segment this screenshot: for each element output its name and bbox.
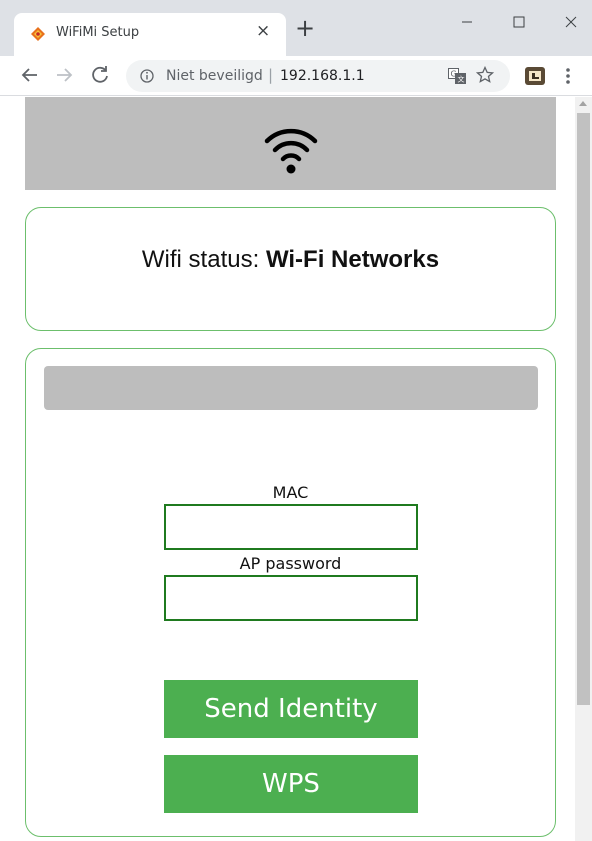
wifi-status-label: Wifi status:	[141, 246, 260, 273]
browser-toolbar: Niet beveiligd | 192.168.1.1 G 文	[0, 56, 592, 96]
tab-close-icon[interactable]: ×	[256, 21, 270, 41]
security-label[interactable]: Niet beveiligd	[166, 68, 263, 84]
url-separator: |	[268, 66, 274, 84]
header-band	[25, 97, 556, 190]
svg-text:文: 文	[458, 75, 465, 84]
ap-password-label: AP password	[239, 554, 342, 573]
address-bar[interactable]: Niet beveiligd | 192.168.1.1 G 文	[126, 60, 510, 92]
reload-icon[interactable]	[88, 63, 112, 87]
mac-label: MAC	[272, 483, 309, 502]
browser-tab[interactable]: WiFiMi Setup ×	[14, 13, 286, 56]
star-icon[interactable]	[476, 66, 494, 84]
identity-form-card: MAC AP password Send Identity WPS	[25, 348, 556, 837]
wifi-status-line: Wifi status: Wi-Fi Networks	[26, 246, 555, 274]
menu-dots-icon[interactable]	[565, 66, 571, 86]
wifi-icon	[264, 128, 318, 174]
minimize-icon[interactable]	[452, 10, 482, 34]
ap-password-input[interactable]	[164, 575, 418, 621]
scroll-up-icon[interactable]	[579, 101, 587, 106]
wps-button[interactable]: WPS	[164, 755, 418, 813]
new-tab-button[interactable]: +	[295, 16, 315, 40]
arrow-left-icon[interactable]	[18, 63, 42, 87]
info-icon[interactable]	[140, 69, 154, 83]
page-viewport: Wifi status: Wi-Fi Networks MAC AP passw…	[0, 97, 592, 841]
favicon-icon	[31, 27, 45, 41]
browser-titlebar: WiFiMi Setup × +	[0, 0, 592, 56]
scrollbar-thumb[interactable]	[577, 113, 590, 705]
mac-input[interactable]	[164, 504, 418, 550]
wifi-status-value: Wi-Fi Networks	[265, 246, 440, 273]
tab-title: WiFiMi Setup	[56, 25, 140, 40]
translate-icon[interactable]: G 文	[448, 68, 466, 84]
window-close-icon[interactable]	[556, 10, 586, 34]
url-text[interactable]: 192.168.1.1	[280, 68, 365, 84]
maximize-icon[interactable]	[504, 10, 534, 34]
wifi-status-card: Wifi status: Wi-Fi Networks	[25, 207, 556, 331]
send-identity-button[interactable]: Send Identity	[164, 680, 418, 738]
arrow-right-icon[interactable]	[52, 63, 76, 87]
network-list-bar[interactable]	[44, 366, 538, 410]
scrollbar[interactable]	[575, 97, 592, 841]
extension-icon[interactable]	[522, 62, 548, 88]
